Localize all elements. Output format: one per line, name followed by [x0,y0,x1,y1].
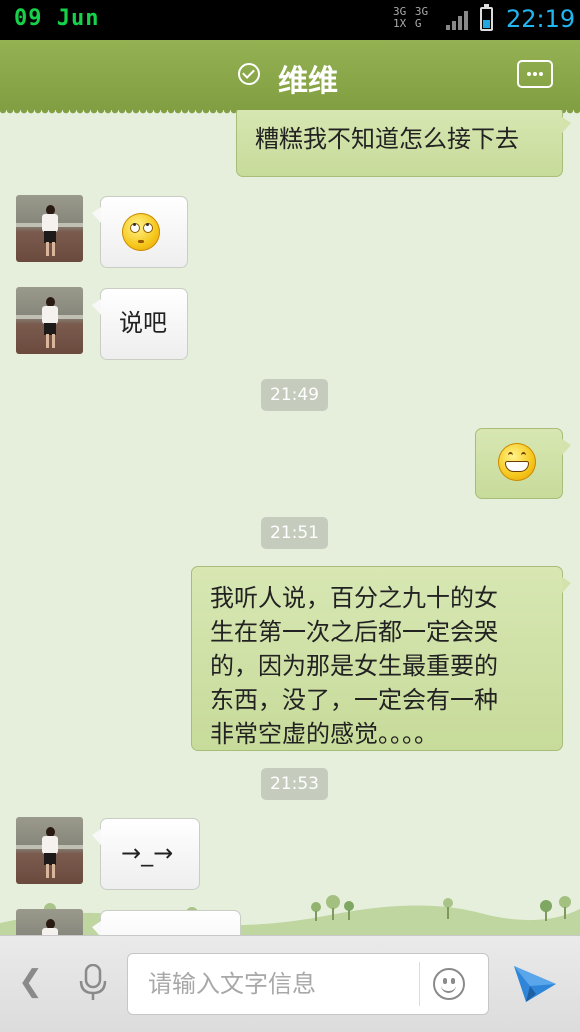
status-date: 09 Jun [14,6,100,31]
rolling-eyes-emoji-icon [122,213,160,251]
contact-avatar[interactable] [16,817,83,884]
message-bubble-incoming[interactable]: 说吧 [92,288,188,360]
status-bar: 09 Jun 3G 3G 1X G 22:19 [0,0,580,40]
contact-avatar[interactable] [16,909,83,935]
battery-icon [480,4,493,31]
message-text: 糟糕我不知道怎么接下去 [255,125,519,153]
message-text-line: 生在第一次之后都一定会哭 [210,618,498,646]
message-bubble-incoming[interactable]: →_→ [92,818,200,890]
input-divider [419,962,420,1006]
chat-header: 维维 [0,40,580,116]
message-timestamp: 21:51 [261,517,328,549]
message-bubble-outgoing[interactable] [475,428,571,499]
send-icon[interactable] [512,962,558,1006]
network-indicator: 3G 3G 1X G [393,5,429,30]
message-bubble-incoming[interactable] [92,910,241,935]
verified-check-icon [238,63,260,85]
message-text: 说吧 [119,309,167,337]
status-time: 22:19 [506,5,576,33]
message-text: →_→ [121,839,174,867]
background-hills [0,895,580,935]
message-text-line: 的，因为那是女生最重要的 [210,652,498,680]
message-bubble-incoming[interactable] [92,196,188,268]
message-text-line: 我听人说，百分之九十的女 [210,584,498,612]
signal-icon [446,10,470,30]
input-bar: ❮ [0,935,580,1032]
contact-name[interactable]: 维维 [278,56,338,100]
message-timestamp: 21:49 [261,379,328,411]
contact-avatar[interactable] [16,287,83,354]
message-bubble-outgoing[interactable]: 糟糕我不知道怎么接下去 [236,110,571,177]
contact-avatar[interactable] [16,195,83,262]
chevron-left-icon[interactable]: ❮ [18,964,43,999]
message-list[interactable]: 糟糕我不知道怎么接下去 说吧 21:49 21:51 我听人说，百分之九十的女 [0,110,580,935]
message-bubble-outgoing[interactable]: 我听人说，百分之九十的女 生在第一次之后都一定会哭 的，因为那是女生最重要的 东… [191,566,571,751]
message-text-line: 东西，没了，一定会有一种 [210,686,498,714]
more-options-icon[interactable] [517,60,553,88]
smiley-icon[interactable] [433,968,465,1000]
message-text-line: 非常空虚的感觉。。。。 [210,720,438,748]
message-timestamp: 21:53 [261,768,328,800]
grinning-emoji-icon [498,443,536,481]
microphone-icon[interactable] [78,964,108,1002]
